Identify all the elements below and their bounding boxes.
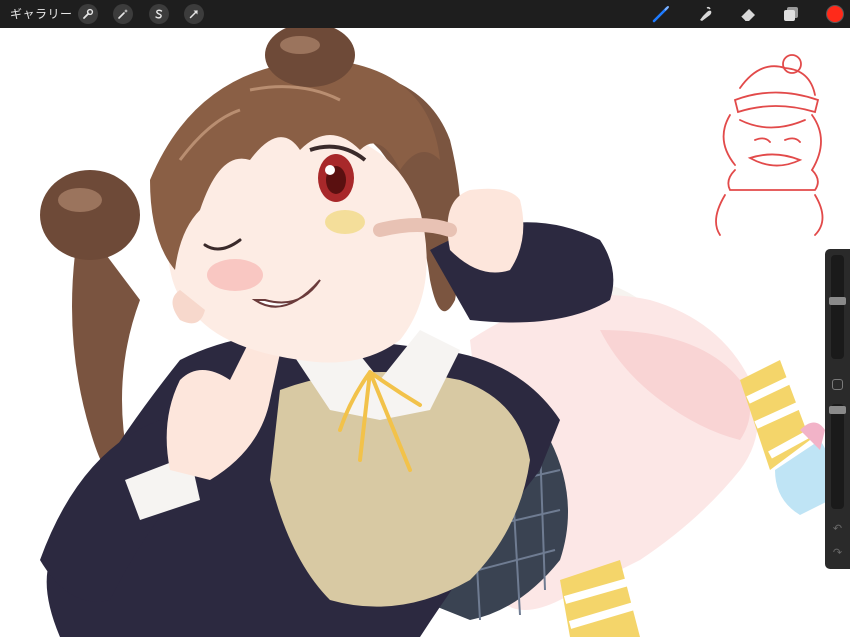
eraser-button[interactable] xyxy=(737,3,759,25)
brush-size-slider[interactable] xyxy=(829,255,846,359)
adjustments-button[interactable] xyxy=(113,4,133,24)
brush-button[interactable] xyxy=(650,3,672,25)
drawing-canvas[interactable] xyxy=(0,28,850,637)
transform-button[interactable] xyxy=(184,4,204,24)
selection-button[interactable] xyxy=(149,4,169,24)
brush-size-thumb[interactable] xyxy=(829,297,846,305)
actions-button[interactable] xyxy=(78,4,98,24)
modify-button[interactable] xyxy=(832,379,843,390)
gallery-button[interactable]: ギャラリー xyxy=(10,0,73,28)
arrow-cursor-icon xyxy=(189,10,198,19)
color-picker-button[interactable] xyxy=(826,5,844,23)
selection-s-icon xyxy=(155,9,163,19)
artwork-illustration xyxy=(40,28,834,637)
brush-icon xyxy=(652,6,669,23)
wrench-icon xyxy=(83,8,94,19)
undo-arrow-icon: ↶ xyxy=(832,522,843,535)
right-sidebar: ↶ ↷ xyxy=(825,249,850,569)
undo-button[interactable]: ↶ xyxy=(829,521,846,537)
smudge-button[interactable] xyxy=(694,3,716,25)
redo-button[interactable]: ↷ xyxy=(829,545,846,561)
opacity-slider[interactable] xyxy=(829,404,846,509)
opacity-thumb[interactable] xyxy=(829,406,846,414)
magic-wand-icon xyxy=(118,9,128,19)
eraser-icon xyxy=(740,9,755,22)
smudge-icon xyxy=(700,6,712,21)
layers-button[interactable] xyxy=(780,3,802,25)
redo-arrow-icon: ↷ xyxy=(832,546,843,559)
red-sketch xyxy=(715,54,824,236)
layers-icon xyxy=(784,7,798,21)
top-toolbar: ギャラリー xyxy=(0,0,850,28)
